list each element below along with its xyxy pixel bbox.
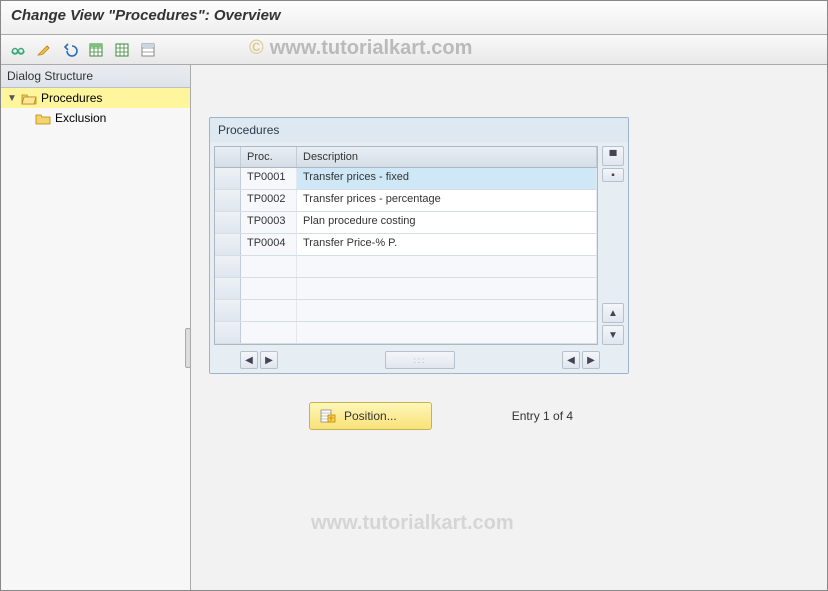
cell-description[interactable] [297,322,597,343]
main-area: Dialog Structure ▼ Procedures Exclusion … [1,65,827,590]
glasses-icon [10,42,26,58]
table-row[interactable]: TP0002Transfer prices - percentage [215,190,597,212]
cell-proc[interactable]: TP0002 [241,190,297,211]
scroll-track[interactable] [602,182,624,303]
cell-proc[interactable]: TP0003 [241,212,297,233]
tree-node-label: Exclusion [55,111,106,125]
cell-proc[interactable] [241,322,297,343]
table-row-empty[interactable] [215,256,597,278]
other-view-button[interactable] [7,39,29,61]
row-selector[interactable] [215,322,241,343]
row-selector[interactable] [215,212,241,233]
scroll-top-button[interactable]: ▀ [602,146,624,166]
panel-footer: Position... Entry 1 of 4 [209,402,809,430]
table-row[interactable]: TP0001Transfer prices - fixed [215,168,597,190]
cell-description[interactable]: Transfer prices - percentage [297,190,597,211]
table-row-empty[interactable] [215,322,597,344]
scroll-right-step-button[interactable]: ◀ [562,351,580,369]
table-select-icon [88,42,104,58]
entry-count: Entry 1 of 4 [512,409,573,423]
titlebar: Change View "Procedures": Overview [1,1,827,35]
cell-description[interactable]: Plan procedure costing [297,212,597,233]
collapse-icon[interactable]: ▼ [7,93,17,104]
row-selector[interactable] [215,256,241,277]
panel-title: Procedures [210,118,628,142]
cell-proc[interactable]: TP0004 [241,234,297,255]
scroll-left-button[interactable]: ◀ [240,351,258,369]
scroll-up-button[interactable]: ▲ [602,303,624,323]
tree-node-label: Procedures [41,91,102,105]
page-title: Change View "Procedures": Overview [11,7,281,24]
new-entries-button[interactable] [33,39,55,61]
cell-proc[interactable]: TP0001 [241,168,297,189]
cell-description[interactable]: Transfer Price-% P. [297,234,597,255]
cell-proc[interactable] [241,256,297,277]
cell-proc[interactable] [241,278,297,299]
scroll-marker[interactable]: ▪ [602,168,624,182]
content-area: Procedures Proc. Description TP0001Trans… [191,65,827,590]
cell-description[interactable] [297,278,597,299]
undo-button[interactable] [59,39,81,61]
scroll-down-button[interactable]: ▼ [602,325,624,345]
position-icon [320,408,336,424]
horizontal-scrollbar: ◀ ▶ ::: ◀ ▶ [210,349,628,373]
table-row-empty[interactable] [215,300,597,322]
scroll-thumb[interactable]: ::: [385,351,455,369]
sidebar: Dialog Structure ▼ Procedures Exclusion [1,65,191,590]
folder-icon [35,112,51,125]
folder-open-icon [21,92,37,105]
dialog-structure-tree: ▼ Procedures Exclusion [1,88,190,128]
table-deselect-icon [114,42,130,58]
vertical-scrollbar: ▀ ▪ ▲ ▼ [602,146,624,345]
cell-description[interactable] [297,256,597,277]
undo-icon [62,42,78,58]
pencil-ruler-icon [36,42,52,58]
procedures-panel: Procedures Proc. Description TP0001Trans… [209,117,629,374]
tree-node-procedures[interactable]: ▼ Procedures [1,88,190,108]
table-row-empty[interactable] [215,278,597,300]
row-selector[interactable] [215,278,241,299]
row-selector[interactable] [215,234,241,255]
table-row[interactable]: TP0003Plan procedure costing [215,212,597,234]
row-selector[interactable] [215,168,241,189]
table-row[interactable]: TP0004Transfer Price-% P. [215,234,597,256]
deselect-all-button[interactable] [111,39,133,61]
sidebar-header: Dialog Structure [1,65,190,88]
tree-node-exclusion[interactable]: Exclusion [1,108,190,128]
column-description[interactable]: Description [297,147,597,167]
scroll-left-step-button[interactable]: ▶ [260,351,278,369]
column-proc[interactable]: Proc. [241,147,297,167]
cell-description[interactable] [297,300,597,321]
config-button[interactable] [137,39,159,61]
position-button[interactable]: Position... [309,402,432,430]
column-selector[interactable] [215,147,241,167]
table-config-icon [140,42,156,58]
position-button-label: Position... [344,409,397,423]
table-header: Proc. Description [215,147,597,168]
toolbar [1,35,827,65]
select-all-button[interactable] [85,39,107,61]
cell-description[interactable]: Transfer prices - fixed [297,168,597,189]
row-selector[interactable] [215,190,241,211]
cell-proc[interactable] [241,300,297,321]
procedures-table: Proc. Description TP0001Transfer prices … [214,146,598,345]
scroll-right-button[interactable]: ▶ [582,351,600,369]
row-selector[interactable] [215,300,241,321]
